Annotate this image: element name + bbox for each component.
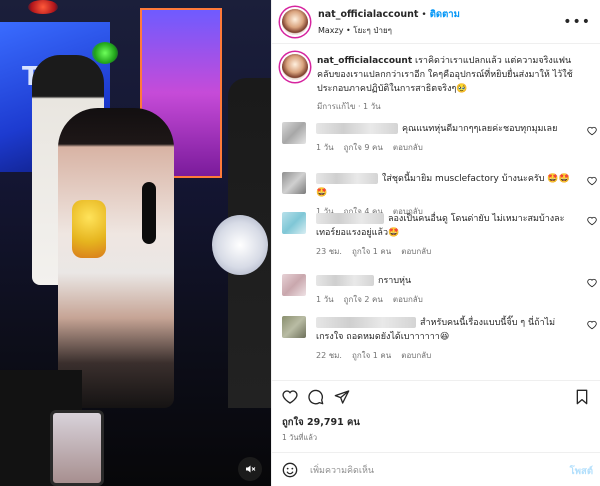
- comment-bubble-icon[interactable]: [308, 389, 324, 405]
- heart-icon[interactable]: [587, 216, 597, 226]
- post-comment-button[interactable]: โพสต์: [570, 464, 593, 479]
- guitar: [212, 215, 268, 275]
- comment-input[interactable]: เพิ่มความคิดเห็น: [310, 463, 374, 477]
- comment-text: กราบหุ่น: [378, 276, 412, 286]
- blurred-username[interactable]: [316, 213, 384, 224]
- mute-button[interactable]: [238, 457, 262, 481]
- comment-age: 1 วัน: [316, 143, 334, 152]
- comment-age: 23 ชม.: [316, 247, 342, 256]
- audience-phone: [50, 410, 104, 486]
- comment: ลองเป็นคนอื่นดู โดนด่ายับ ไม่เหมาะสมบ้าง…: [282, 212, 597, 259]
- comment: คุณแนทหุ่นดีมากๆๆเลยค่ะชอบทุกมุมเลย 1 วั…: [282, 122, 597, 155]
- like-heart-icon[interactable]: [282, 389, 298, 405]
- post-caption: nat_officialaccount เราคิดว่าเราแปลกแล้ว…: [282, 54, 592, 114]
- emoji-icon[interactable]: [282, 462, 298, 478]
- likes-count[interactable]: ถูกใจ 29,791 คน: [282, 415, 360, 430]
- performer: [58, 108, 174, 408]
- caption-meta: มีการแก้ไข · 1 วัน: [317, 102, 381, 111]
- comment: กราบหุ่น 1 วัน ถูกใจ 2 คน ตอบกลับ: [282, 274, 597, 307]
- blurred-avatar[interactable]: [282, 316, 306, 338]
- heart-icon[interactable]: [587, 176, 597, 186]
- avatar[interactable]: [282, 8, 308, 35]
- comment-text: คุณแนทหุ่นดีมากๆๆเลยค่ะชอบทุกมุมเลย: [402, 124, 558, 134]
- heart-icon[interactable]: [587, 320, 597, 330]
- heart-icon[interactable]: [587, 278, 597, 288]
- post-header: nat_officialaccount • ติดตาม Maxzy • โยะๆ …: [272, 0, 600, 44]
- post-video[interactable]: T: [0, 0, 271, 486]
- comment-age: 22 ชม.: [316, 351, 342, 360]
- post-modal: T nat_officialaccount•ติดตาม Maxzy • โ: [0, 0, 600, 486]
- speaker-muted-icon: [246, 465, 256, 473]
- blurred-avatar[interactable]: [282, 274, 306, 296]
- blurred-username[interactable]: [316, 123, 398, 134]
- reply-button[interactable]: ตอบกลับ: [401, 245, 431, 259]
- blurred-avatar[interactable]: [282, 212, 306, 234]
- follow-button[interactable]: ติดตาม: [430, 9, 460, 20]
- avatar[interactable]: [282, 54, 308, 80]
- post-time: 1 วันที่แล้ว: [282, 433, 318, 442]
- blurred-username[interactable]: [316, 317, 416, 328]
- reply-button[interactable]: ตอบกลับ: [401, 349, 431, 363]
- heart-icon[interactable]: [587, 126, 597, 136]
- comment: สำหรับคนนี้เรื่องแบบนี้จิ๊บ ๆ นี่ถ้าไม่เ…: [282, 316, 597, 363]
- comment-likes[interactable]: ถูกใจ 1 คน: [352, 349, 391, 363]
- location-label[interactable]: Maxzy • โยะๆ ป่ายๆ: [318, 24, 460, 37]
- comment-composer: เพิ่มความคิดเห็น โพสต์: [272, 452, 600, 486]
- author-username[interactable]: nat_officialaccount: [318, 9, 418, 20]
- post-actions: [272, 380, 600, 410]
- bookmark-icon[interactable]: [575, 389, 589, 405]
- comment-likes[interactable]: ถูกใจ 9 คน: [344, 141, 383, 155]
- blurred-username[interactable]: [316, 275, 374, 286]
- blurred-username[interactable]: [316, 173, 378, 184]
- microphone: [142, 182, 156, 244]
- reply-button[interactable]: ตอบกลับ: [393, 141, 423, 155]
- reply-button[interactable]: ตอบกลับ: [393, 293, 423, 307]
- comment-age: 1 วัน: [316, 295, 334, 304]
- more-options-icon[interactable]: •••: [563, 14, 591, 30]
- comment-likes[interactable]: ถูกใจ 2 คน: [344, 293, 383, 307]
- share-icon[interactable]: [334, 389, 350, 405]
- comments-panel[interactable]: nat_officialaccount เราคิดว่าเราแปลกแล้ว…: [272, 44, 600, 380]
- blurred-avatar[interactable]: [282, 122, 306, 144]
- comment-likes[interactable]: ถูกใจ 1 คน: [352, 245, 391, 259]
- post-details: nat_officialaccount • ติดตาม Maxzy • โยะๆ …: [271, 0, 600, 486]
- blurred-avatar[interactable]: [282, 172, 306, 194]
- caption-username[interactable]: nat_officialaccount: [317, 56, 412, 66]
